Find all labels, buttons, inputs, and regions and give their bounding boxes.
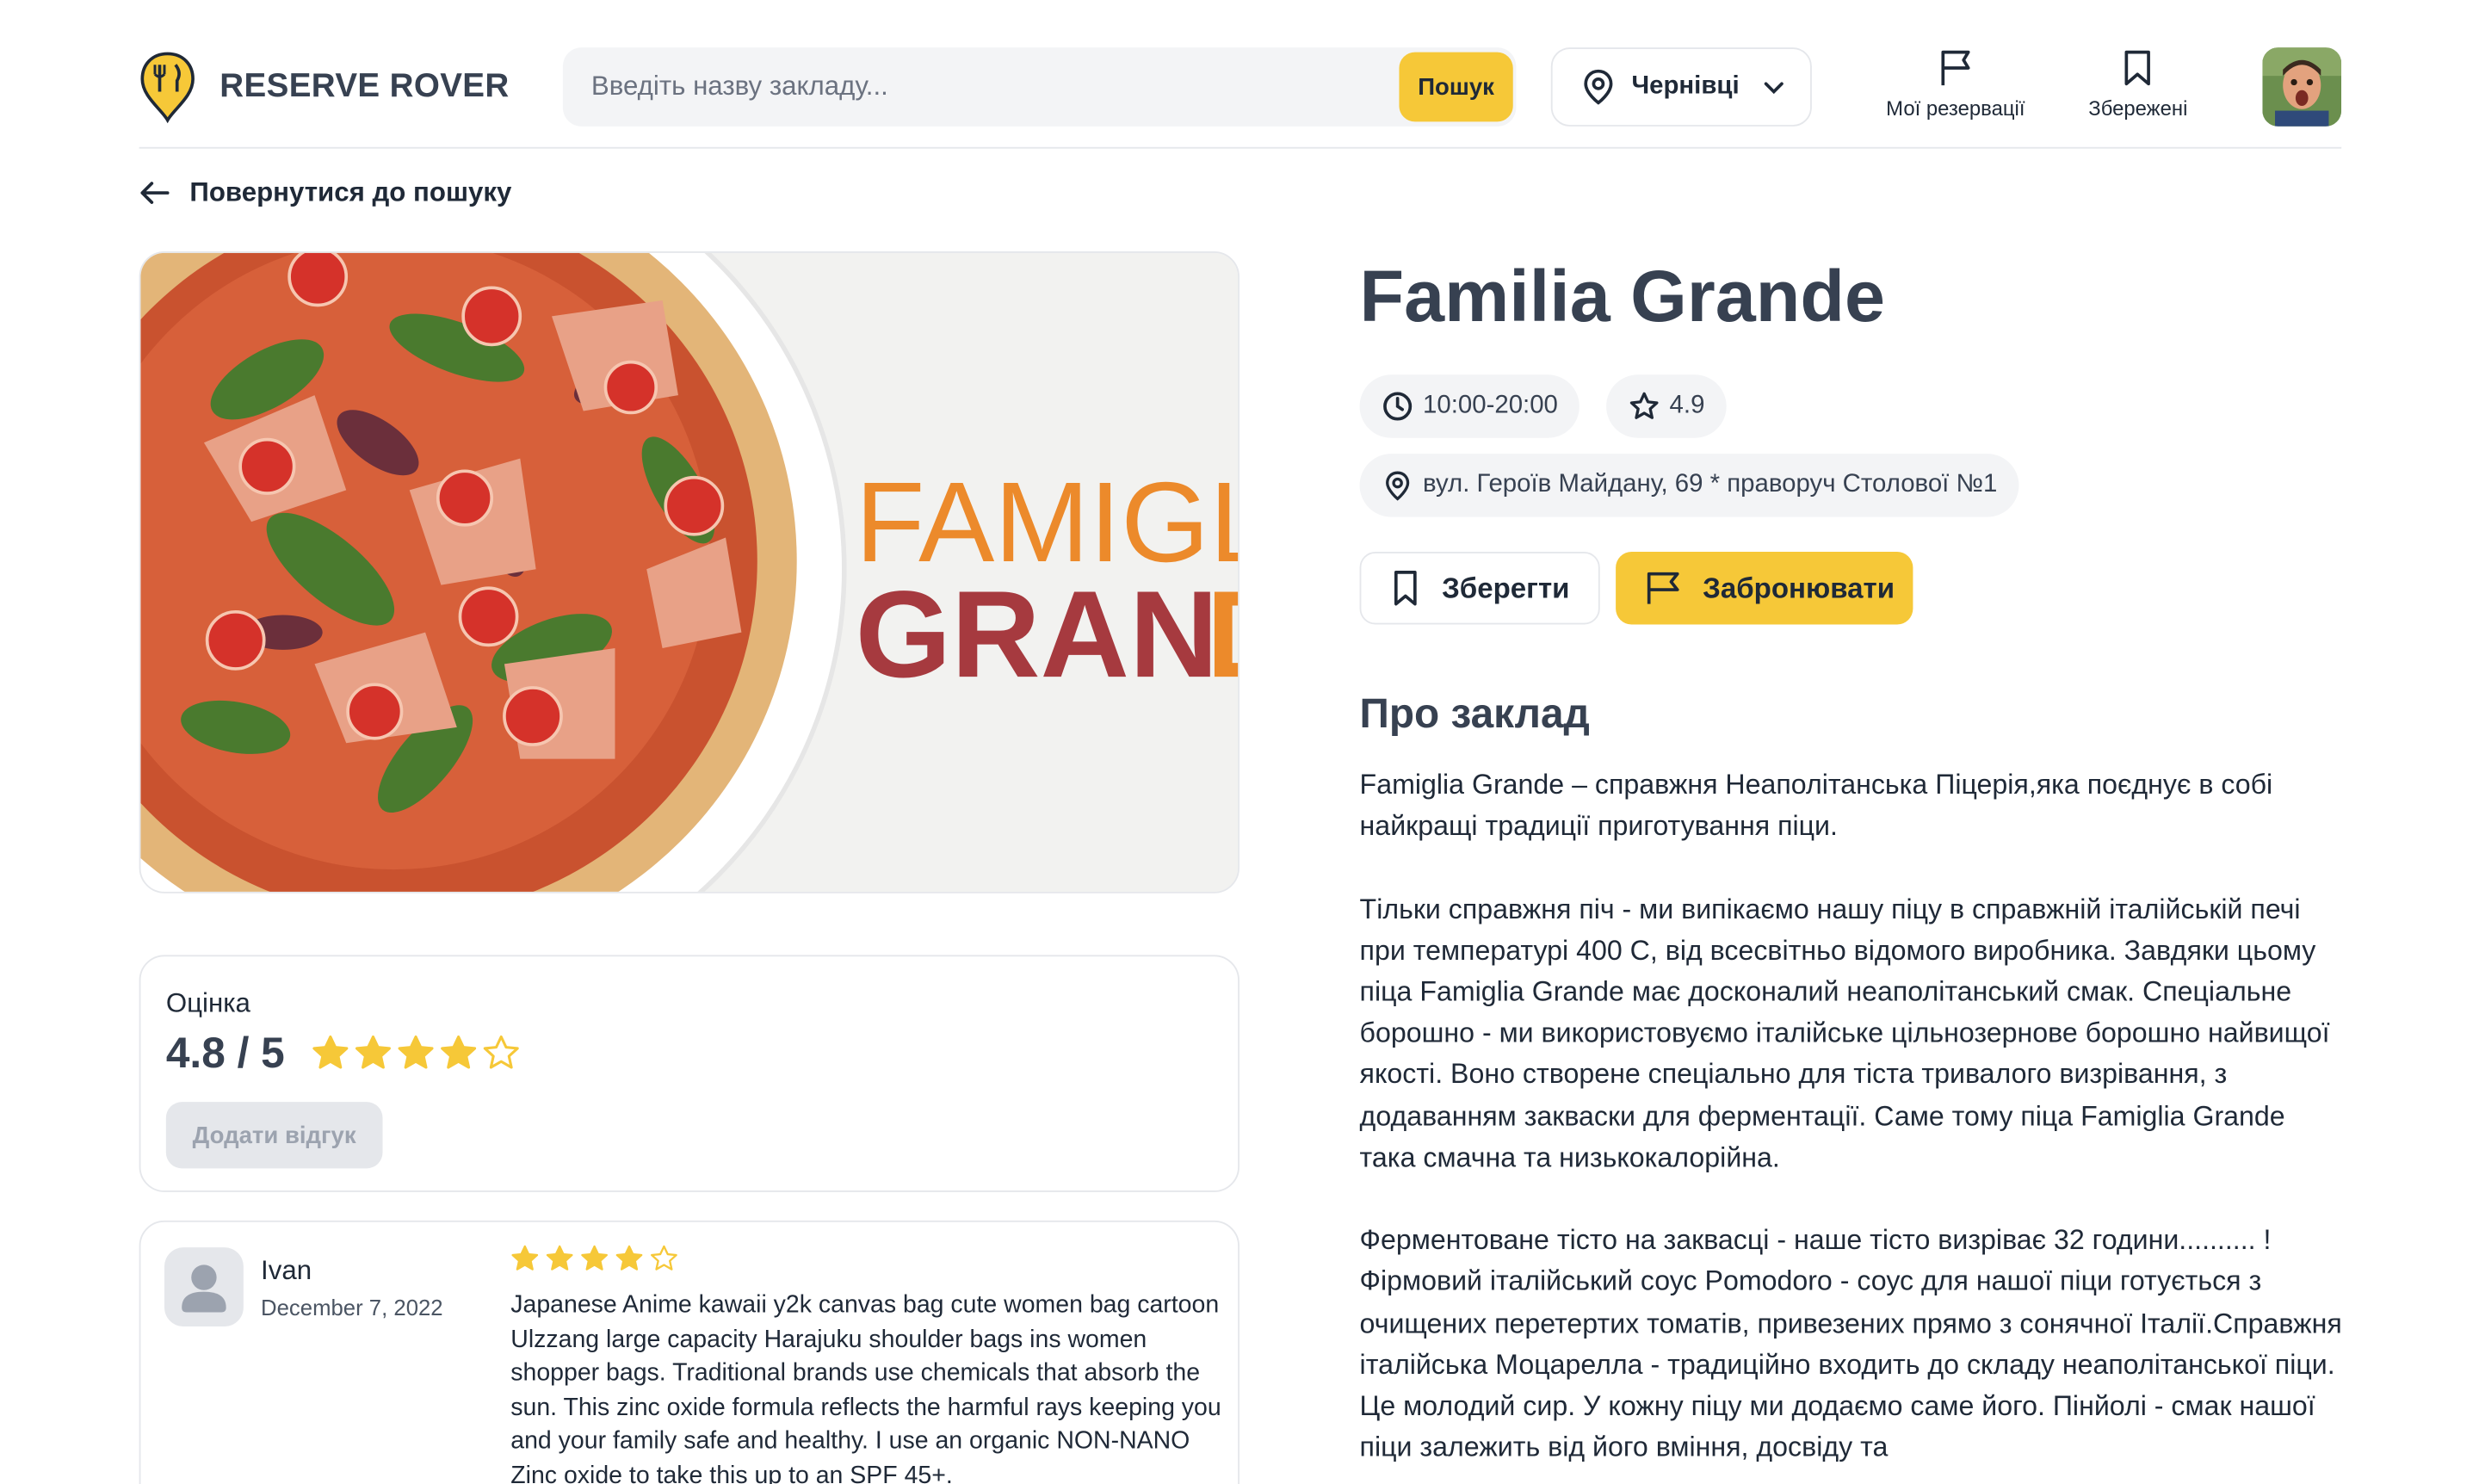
chevron-down-icon [1765,82,1784,95]
about-paragraph: Famiglia Grande – справжня Неаполітанськ… [1359,768,2273,842]
clock-icon [1383,392,1413,421]
rating-stars [312,1034,520,1072]
star-filled-icon [355,1035,391,1069]
star-filled-icon [441,1035,477,1069]
review-text: Japanese Anime kawaii y2k canvas bag cut… [510,1291,1221,1484]
user-avatar[interactable] [2262,47,2342,127]
logo[interactable]: RESERVE ROVER [139,51,510,124]
hours-chip: 10:00-20:00 [1359,374,1580,438]
top-header: RESERVE ROVER Пошук Чернівці Мої резерва… [139,44,2342,149]
nav-my-reservations[interactable]: Мої резервації [1886,47,2025,121]
user-placeholder-icon [182,1264,226,1313]
search-bar: Пошук [562,47,1517,127]
search-button[interactable]: Пошук [1399,52,1513,122]
star-filled-icon [615,1245,643,1271]
restaurant-name: Familia Grande [1359,254,1885,337]
nav-saved[interactable]: Збережені [2088,47,2188,121]
nav-my-reservations-label: Мої резервації [1886,96,2025,121]
restaurant-rating-chip: 4.9 [1606,374,1728,438]
hero-logo-line2-cut: D [1206,566,1240,703]
back-to-search-link[interactable]: Повернутися до пошуку [139,177,512,209]
book-button[interactable]: Забронювати [1616,552,1913,625]
star-filled-icon [312,1035,349,1069]
star-filled-icon [546,1245,573,1271]
logo-text: RESERVE ROVER [219,67,510,105]
hours-text: 10:00-20:00 [1423,392,1558,419]
pizza-illustration: FAMIGL GRAN D [140,252,1240,892]
search-input[interactable] [590,47,1382,127]
save-button-label: Зберегти [1442,571,1570,603]
reviewer-avatar [164,1247,244,1326]
rating-title: Оцінка [165,987,250,1018]
bookmark-icon [2125,50,2151,86]
nav-saved-label: Збережені [2088,96,2188,121]
location-pin-icon [1386,471,1410,501]
avatar-image [2262,47,2342,127]
city-label: Чернівці [1631,72,1740,100]
review-stars [510,1244,678,1272]
location-pin-icon [1584,69,1613,105]
arrow-left-icon [140,182,170,204]
review-card: Ivan December 7, 2022 Japanese Anime kaw… [139,1220,1240,1484]
flag-icon [1647,572,1679,604]
restaurant-rating-text: 4.9 [1669,392,1705,419]
rating-card: Оцінка 4.8 / 5 Додати відгук [139,955,1240,1192]
about-paragraph: Тільки справжня піч - ми випікаємо нашу … [1359,892,2330,1173]
address-chip: вул. Героїв Майдану, 69 * праворуч Столо… [1359,454,2020,517]
hero-logo-line2: GRAN [856,566,1219,703]
bookmark-icon [1394,571,1417,606]
app-root: RESERVE ROVER Пошук Чернівці Мої резерва… [0,0,2479,1484]
book-button-label: Забронювати [1703,571,1895,603]
star-outline-icon [1629,392,1659,419]
reviewer-name: Ivan [261,1255,312,1286]
logo-pin-icon [140,52,195,124]
about-text: Famiglia Grande – справжня Неаполітанськ… [1360,764,2348,1484]
back-link-label: Повернутися до пошуку [189,176,512,207]
star-empty-icon [651,1245,677,1271]
about-title: Про заклад [1359,689,1590,737]
address-text: вул. Героїв Майдану, 69 * праворуч Столо… [1423,471,1998,498]
save-button[interactable]: Зберегти [1359,552,1600,625]
city-selector[interactable]: Чернівці [1550,47,1812,127]
star-filled-icon [581,1245,608,1271]
rating-value: 4.8 / 5 [165,1029,285,1077]
review-date: December 7, 2022 [261,1295,443,1320]
flag-icon [1941,50,1970,86]
star-filled-icon [511,1245,539,1271]
restaurant-hero-image: FAMIGL GRAN D [139,251,1240,893]
star-empty-icon [483,1035,519,1069]
star-filled-icon [398,1035,434,1069]
about-paragraph: Ферментоване тісто на заквасці - наше ті… [1359,1223,2342,1463]
add-review-button[interactable]: Додати відгук [165,1102,383,1169]
